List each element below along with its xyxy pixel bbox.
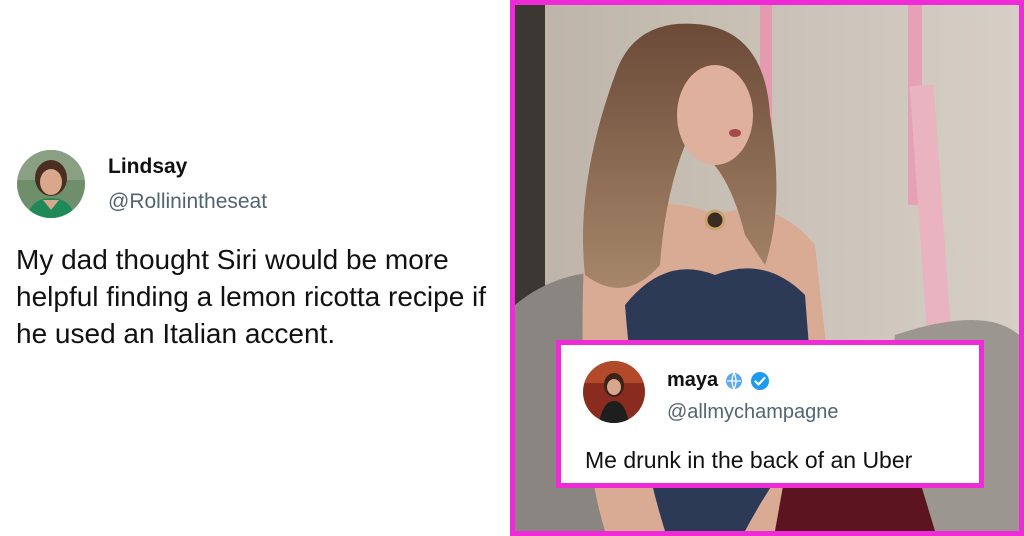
avatar[interactable] <box>583 361 645 423</box>
user-handle[interactable]: @Rollinintheseat <box>108 190 267 214</box>
tweet-text: My dad thought Siri would be more helpfu… <box>16 244 487 349</box>
avatar[interactable] <box>17 150 85 218</box>
display-name[interactable]: Lindsay <box>108 155 187 179</box>
verified-badge-icon <box>750 371 770 391</box>
name-row: maya <box>667 369 770 392</box>
display-name[interactable]: maya <box>667 369 718 392</box>
user-handle[interactable]: @allmychampagne <box>667 401 839 424</box>
globe-icon <box>724 371 744 391</box>
inset-tweet-card: maya @allmychampagne Me drunk in the bac… <box>556 340 984 488</box>
tweet-text: Me drunk in the back of an Uber <box>585 447 913 473</box>
left-tweet-card: Lindsay @Rollinintheseat My dad thought … <box>0 0 510 536</box>
